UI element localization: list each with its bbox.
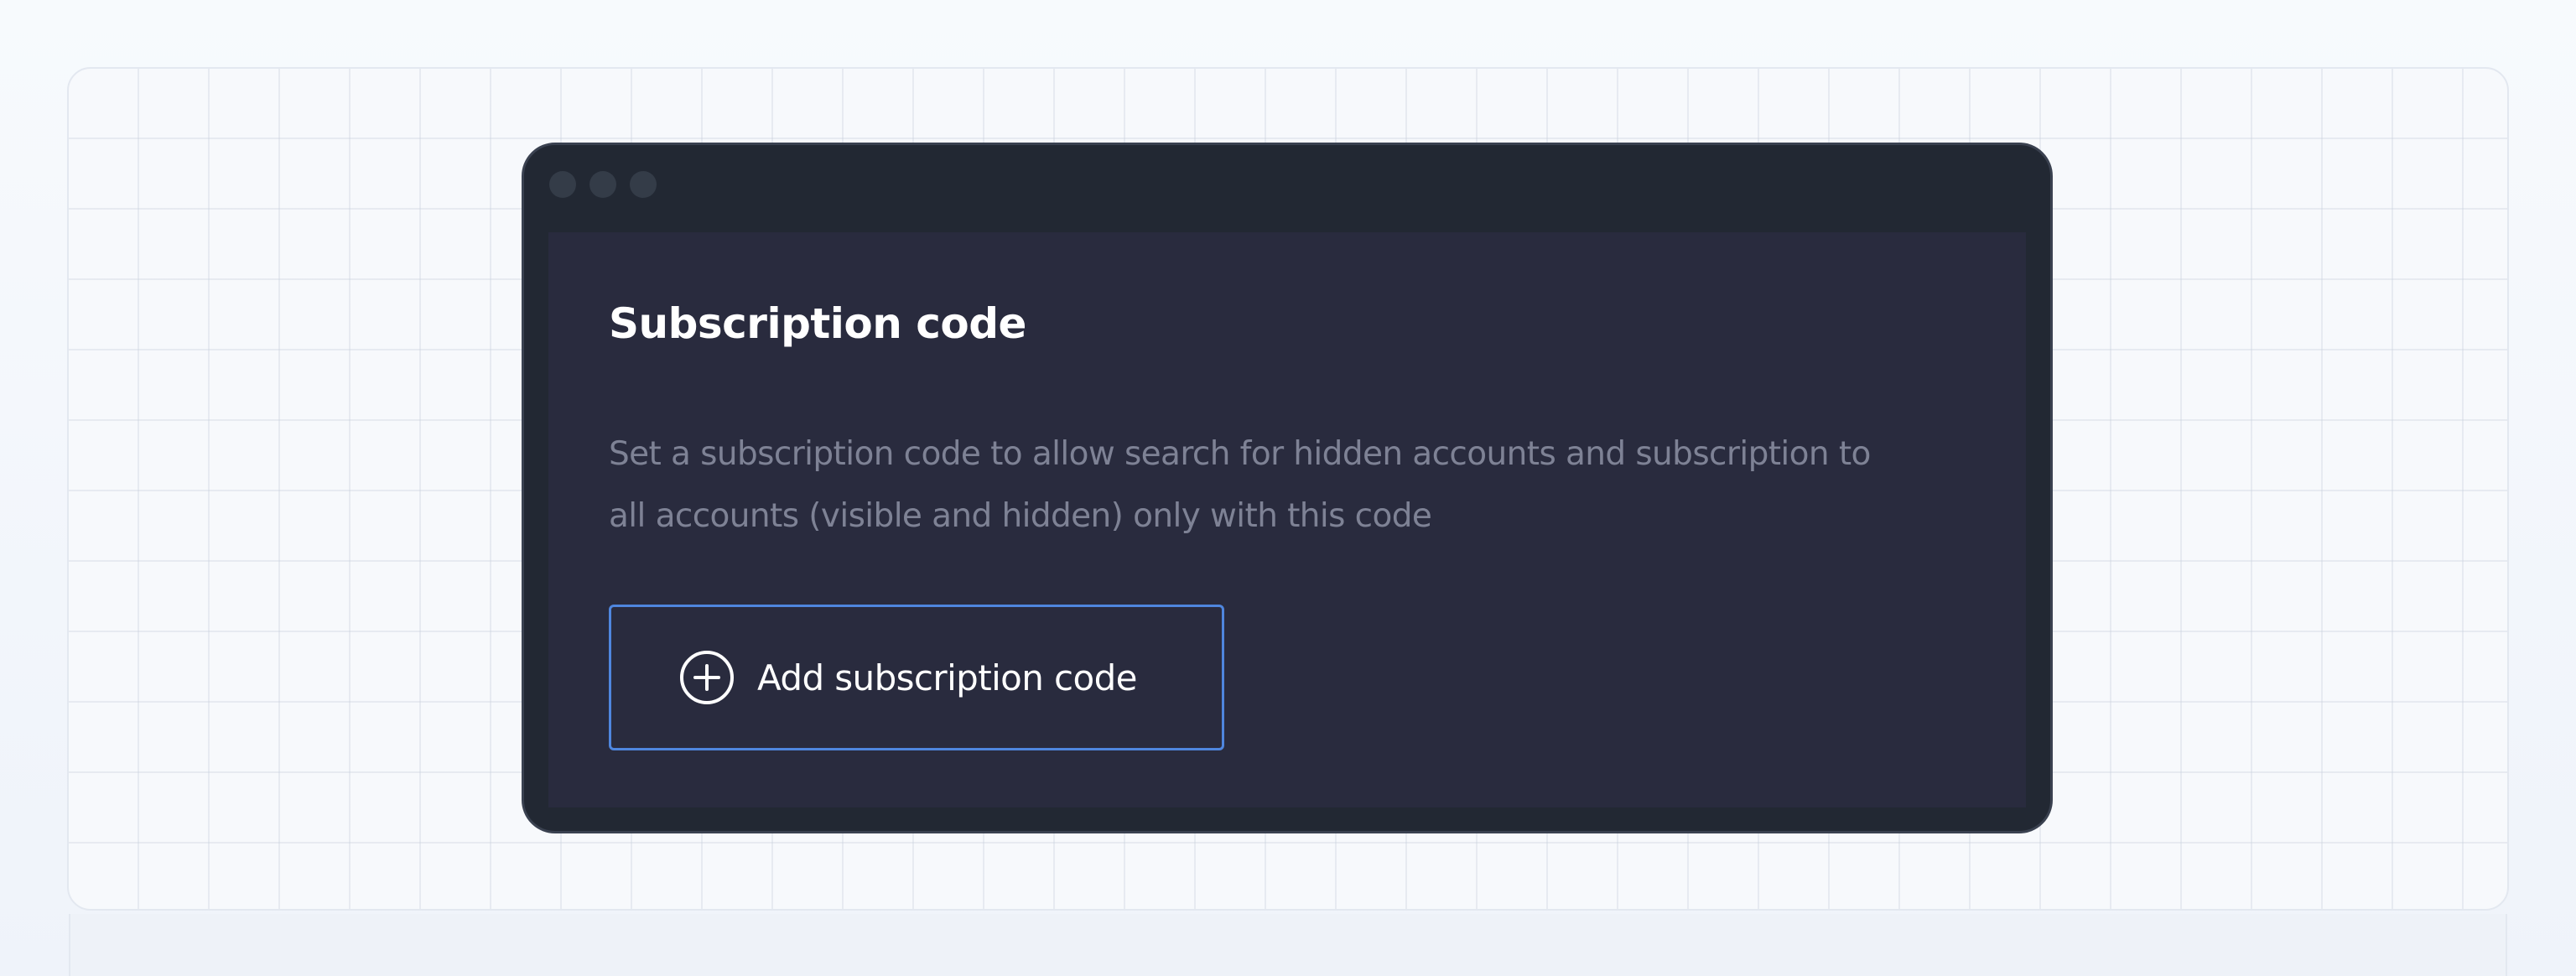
add-subscription-code-label: Add subscription code [757, 657, 1137, 698]
window-titlebar [524, 145, 2050, 232]
window-dot-icon [589, 171, 616, 198]
plus-circle-icon [680, 651, 734, 704]
window-dot-icon [549, 171, 576, 198]
window-dot-icon [630, 171, 657, 198]
card-description: Set a subscription code to allow search … [609, 435, 1871, 535]
lower-panel-strip [69, 914, 2507, 976]
subscription-code-card: Subscription code Set a subscription cod… [548, 232, 2026, 807]
card-title: Subscription code [609, 299, 1026, 348]
add-subscription-code-button[interactable]: Add subscription code [609, 605, 1224, 750]
app-window: Subscription code Set a subscription cod… [522, 143, 2053, 833]
